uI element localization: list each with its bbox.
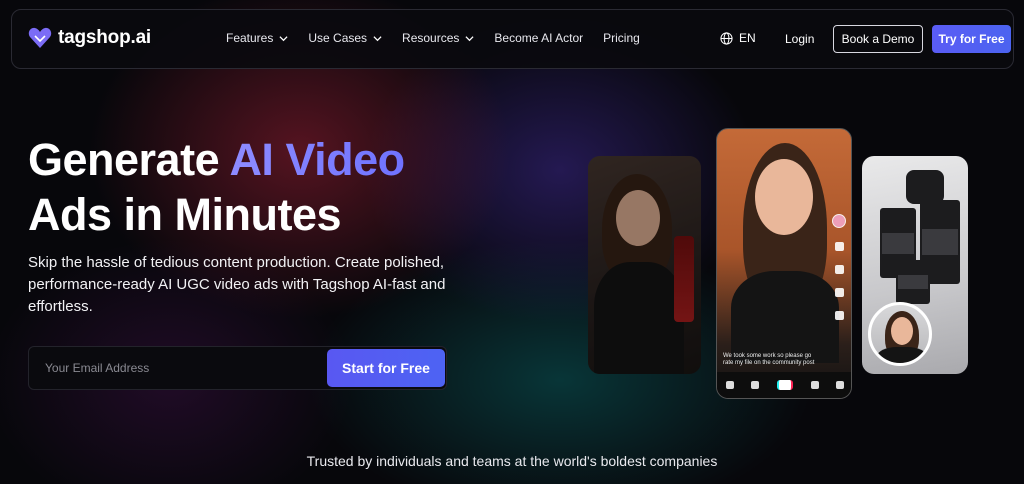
language-selector[interactable]: EN (720, 31, 756, 45)
chevron-down-icon (373, 35, 382, 41)
menu-item-label: Features (226, 31, 274, 45)
menu-item-label: Resources (402, 31, 460, 45)
hero-subtitle: Skip the hassle of tedious content produ… (28, 254, 446, 315)
avatar-face-image (891, 317, 913, 345)
logo-link[interactable]: tagshop.ai (28, 27, 151, 49)
product-jar-image (896, 260, 930, 304)
heart-icon[interactable] (834, 242, 844, 251)
language-label: EN (739, 31, 756, 45)
navbar: tagshop.ai Features Use Cases Resources … (11, 9, 1014, 69)
menu-item-label: Become AI Actor (494, 31, 584, 45)
share-icon[interactable] (834, 311, 844, 320)
chevron-down-icon (279, 35, 288, 41)
headline-part1: Generate (28, 134, 230, 185)
menu-item-resources[interactable]: Resources (402, 31, 474, 45)
inbox-icon[interactable] (810, 381, 819, 389)
signup-form: Start for Free (28, 346, 447, 390)
start-free-button[interactable]: Start for Free (327, 349, 445, 387)
person-face-image (755, 159, 813, 235)
menu-item-use-cases[interactable]: Use Cases (308, 31, 382, 45)
login-link[interactable]: Login (785, 32, 814, 46)
trusted-by-text: Trusted by individuals and teams at the … (306, 453, 718, 469)
profile-icon[interactable] (836, 381, 845, 389)
globe-icon (720, 31, 733, 45)
logo-text: tagshop.ai (58, 27, 152, 48)
headline-line2: Ads in Minutes (28, 189, 342, 240)
social-actions (832, 214, 846, 320)
headline-accent: AI Video (229, 134, 405, 185)
menu-item-label: Use Cases (308, 31, 368, 45)
book-demo-button[interactable]: Book a Demo (833, 25, 923, 53)
app-tab-bar (717, 372, 851, 398)
product-device-image (906, 170, 944, 204)
video-caption: We took some work so please go rate my f… (723, 353, 815, 366)
menu-item-label: Pricing (603, 31, 640, 45)
chevron-down-icon (465, 35, 474, 41)
menu-item-pricing[interactable]: Pricing (603, 31, 640, 45)
heart-logo-icon (28, 27, 52, 48)
person-body-image (731, 271, 839, 363)
comment-icon[interactable] (834, 265, 844, 274)
card-shade (588, 156, 701, 374)
bookmark-icon[interactable] (834, 288, 844, 297)
create-icon[interactable] (776, 380, 793, 390)
menu-item-features[interactable]: Features (226, 31, 288, 45)
home-icon[interactable] (725, 381, 734, 389)
friends-icon[interactable] (751, 381, 760, 389)
video-preview-main[interactable]: We took some work so please go rate my f… (716, 128, 852, 399)
try-free-button[interactable]: Try for Free (932, 25, 1011, 53)
video-preview-left[interactable] (588, 156, 701, 374)
email-input[interactable] (29, 347, 325, 389)
avatar-bubble[interactable] (868, 302, 932, 366)
main-menu: Features Use Cases Resources Become AI A… (226, 31, 660, 45)
hero-headline: Generate AI Video Ads in Minutes (28, 132, 405, 242)
creator-avatar-icon[interactable] (832, 214, 846, 228)
menu-item-become-ai-actor[interactable]: Become AI Actor (494, 31, 583, 45)
